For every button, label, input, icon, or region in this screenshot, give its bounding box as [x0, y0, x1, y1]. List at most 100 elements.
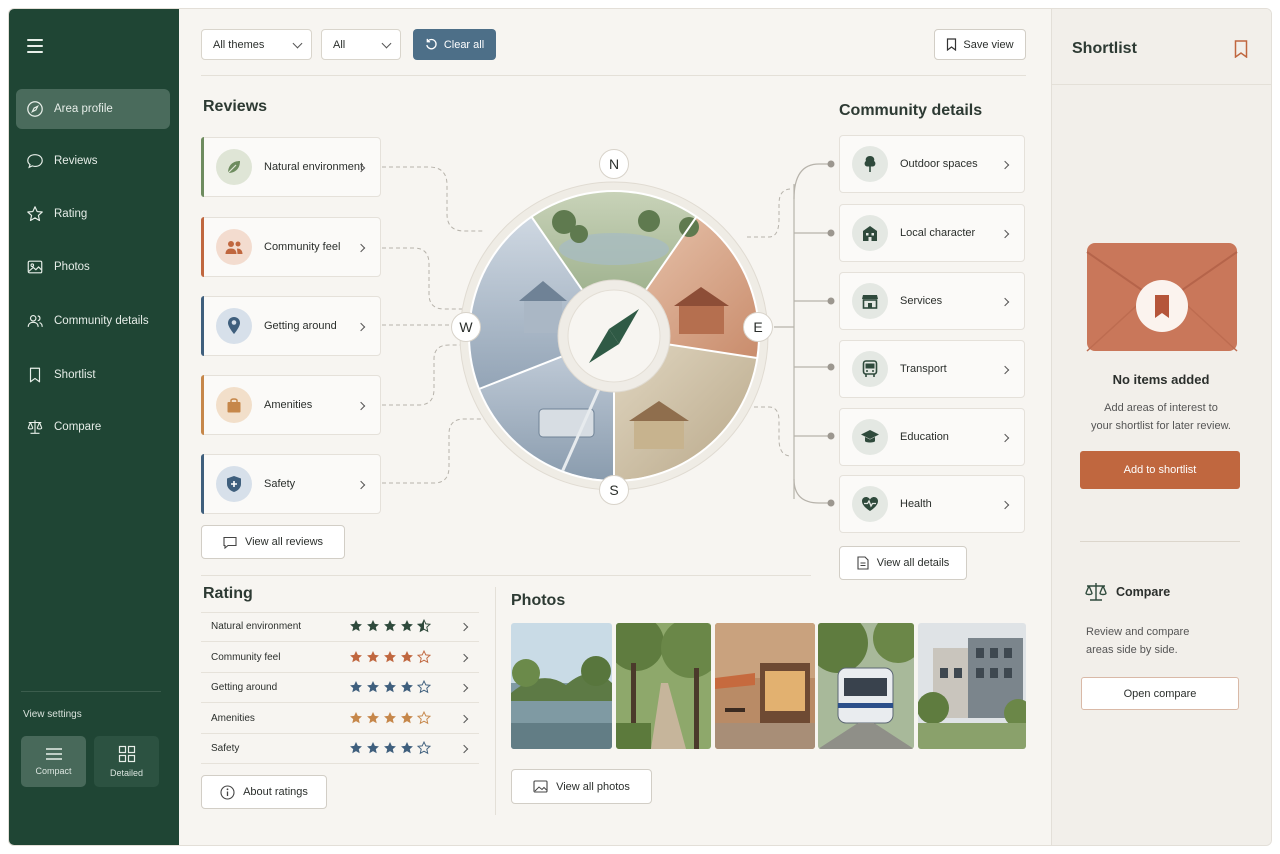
view-all-photos-button[interactable]: View all photos: [511, 769, 652, 804]
sidebar-item-shortlist[interactable]: Shortlist: [16, 355, 170, 395]
star-icon: [350, 681, 362, 693]
shortlist-title: Shortlist: [1072, 40, 1137, 57]
detail-card-local-character[interactable]: Local character: [839, 204, 1025, 262]
photo-apartments[interactable]: [918, 623, 1026, 749]
chevron-right-icon: [459, 622, 469, 632]
review-card-getting-around[interactable]: Getting around: [201, 296, 381, 356]
document-icon: [857, 556, 869, 570]
detail-card-label: Local character: [900, 227, 976, 239]
star-icon: [401, 650, 413, 662]
rating-row[interactable]: Natural environment: [201, 612, 479, 642]
photo-cafe-street[interactable]: [715, 623, 815, 749]
photos-title: Photos: [511, 592, 566, 609]
bookmark-icon: [29, 367, 41, 383]
review-card-label: Amenities: [264, 399, 313, 411]
accent-bar: [201, 137, 204, 197]
sidebar-item-community-details[interactable]: Community details: [16, 301, 170, 341]
divider: [201, 575, 811, 576]
divider: [1080, 541, 1240, 542]
review-card-label: Getting around: [264, 320, 337, 332]
sidebar-item-label: Reviews: [54, 155, 98, 167]
sidebar-item-label: Rating: [54, 208, 88, 220]
star-icon: [401, 711, 413, 723]
star-icon: [350, 620, 362, 632]
rating-title: Rating: [203, 585, 253, 602]
star-icon: [384, 711, 396, 723]
sidebar-item-reviews[interactable]: Reviews: [16, 141, 170, 181]
chevron-right-icon: [459, 714, 469, 723]
bookmark-icon[interactable]: [1234, 40, 1248, 58]
rating-label: Getting around: [211, 682, 278, 693]
sidebar-item-photos[interactable]: Photos: [16, 247, 170, 287]
sidebar-item-rating[interactable]: Rating: [16, 194, 170, 234]
photo-tree-path[interactable]: [616, 623, 711, 749]
star-icon: [384, 681, 396, 693]
detail-card-label: Education: [900, 431, 949, 443]
review-card-label: Community feel: [264, 241, 341, 253]
heart-pulse-icon: [852, 486, 888, 522]
photo-train[interactable]: [818, 623, 914, 749]
detailed-view-button[interactable]: Detailed: [94, 736, 159, 787]
star-icon: [417, 710, 431, 724]
review-card-label: Natural environment: [264, 161, 364, 173]
rating-label: Community feel: [211, 651, 281, 663]
compare-text-line: Review and compare: [1086, 626, 1190, 638]
app-window: Area profile Reviews Rating Photos Commu…: [8, 8, 1272, 846]
rating-row[interactable]: Amenities: [201, 704, 479, 734]
view-all-details-button[interactable]: View all details: [839, 546, 967, 580]
compact-label: Compact: [35, 766, 72, 776]
scales-icon: [27, 420, 43, 434]
review-card-community-feel[interactable]: Community feel: [201, 217, 381, 277]
rating-row[interactable]: Getting around: [201, 673, 479, 703]
storefront-icon: [852, 283, 888, 319]
star-rating: [349, 619, 431, 633]
photo-lake[interactable]: [511, 623, 612, 749]
detail-card-education[interactable]: Education: [839, 408, 1025, 466]
empty-envelope-icon: [1086, 243, 1238, 352]
sidebar-item-label: Shortlist: [54, 369, 96, 381]
building-icon: [852, 215, 888, 251]
detail-card-services[interactable]: Services: [839, 272, 1025, 330]
compare-title: Compare: [1116, 585, 1171, 599]
detail-card-label: Transport: [900, 363, 947, 375]
image-icon: [27, 260, 43, 274]
sidebar-item-area-profile[interactable]: Area profile: [16, 89, 170, 129]
star-icon: [367, 620, 379, 632]
rating-row[interactable]: Community feel: [201, 643, 479, 673]
shopping-bag-icon: [216, 387, 252, 423]
about-ratings-button[interactable]: About ratings: [201, 775, 327, 809]
menu-icon[interactable]: [27, 39, 43, 53]
star-icon: [350, 742, 362, 754]
main-content: All themes All Clear all Save view Revie…: [179, 9, 1051, 845]
view-all-reviews-button[interactable]: View all reviews: [201, 525, 345, 559]
open-compare-button[interactable]: Open compare: [1081, 677, 1239, 710]
detail-card-transport[interactable]: Transport: [839, 340, 1025, 398]
divider: [1052, 84, 1271, 85]
review-card-label: Safety: [264, 478, 296, 490]
add-to-shortlist-button[interactable]: Add to shortlist: [1080, 451, 1240, 489]
rating-row[interactable]: Safety: [201, 734, 479, 764]
sidebar-item-compare[interactable]: Compare: [16, 407, 170, 447]
compact-view-button[interactable]: Compact: [21, 736, 86, 787]
star-icon: [27, 206, 43, 222]
review-card-safety[interactable]: Safety: [201, 454, 381, 514]
detail-card-outdoor-spaces[interactable]: Outdoor spaces: [839, 135, 1025, 193]
accent-bar: [201, 217, 204, 277]
star-icon: [367, 681, 379, 693]
sidebar: Area profile Reviews Rating Photos Commu…: [9, 9, 179, 845]
bus-icon: [852, 351, 888, 387]
view-all-photos-label: View all photos: [556, 780, 630, 793]
people-icon: [27, 315, 43, 327]
review-card-natural-environment[interactable]: Natural environment: [201, 137, 381, 197]
detail-card-label: Services: [900, 295, 943, 307]
empty-text-line: your shortlist for later review.: [1091, 420, 1231, 432]
review-card-amenities[interactable]: Amenities: [201, 375, 381, 435]
chat-bubble-icon: [27, 154, 43, 169]
detail-card-health[interactable]: Health: [839, 475, 1025, 533]
view-settings-label: View settings: [23, 709, 82, 720]
shortlist-panel: Shortlist No items added Add areas of in…: [1051, 9, 1271, 845]
list-icon: [45, 748, 62, 760]
chat-bubble-icon: [223, 536, 237, 549]
detailed-label: Detailed: [109, 768, 144, 778]
star-icon: [417, 619, 431, 633]
